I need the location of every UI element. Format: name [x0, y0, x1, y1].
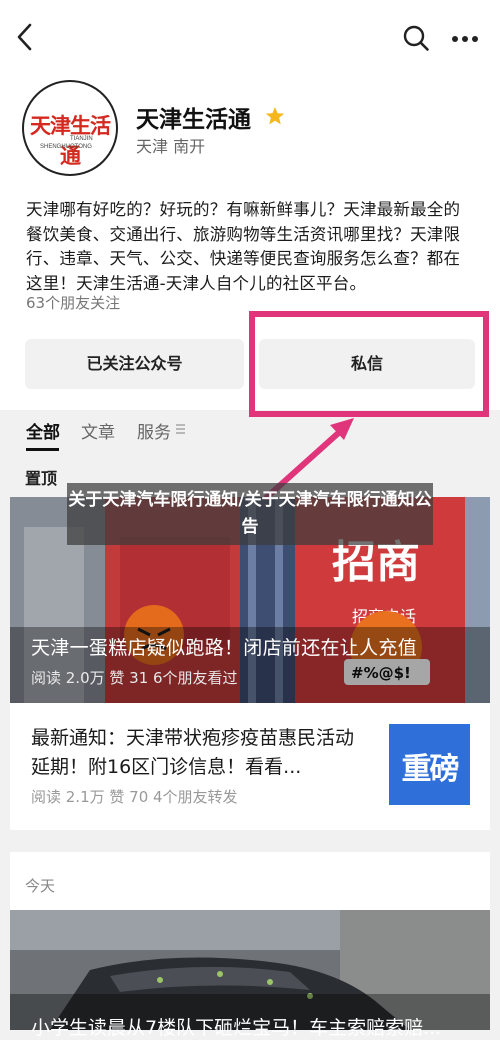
tab-articles[interactable]: 文章 [81, 418, 115, 443]
section-pinned-label: 置顶 [25, 469, 58, 488]
logo-text-en: TIANJIN [70, 136, 93, 142]
more-icon[interactable] [451, 35, 479, 43]
thumbnail-text: 重磅 [401, 752, 460, 787]
article-hero-image[interactable] [10, 910, 490, 1030]
tab-services[interactable]: 服务 [137, 418, 171, 443]
avatar[interactable]: 天津生活通 TIANJIN SHENGHUOTONG [22, 80, 118, 176]
account-description: 天津哪有好吃的？好玩的？有嘛新鲜事儿？天津最新最全的餐饮美食、交通出行、旅游购物… [26, 200, 461, 293]
menu-icon [176, 424, 185, 434]
chevron-left-icon[interactable] [14, 22, 38, 52]
article-meta: 阅读 2.0万 赞 31 6个朋友看过 [31, 669, 238, 687]
overlay-caption: 关于天津汽车限行通知/关于天津汽车限行通知公告 [68, 490, 432, 537]
top-bar [0, 0, 500, 76]
account-location: 天津 南开 [136, 137, 206, 156]
article-title[interactable]: 天津一蛋糕店疑似跑路！闭店前还在让人充值 [31, 633, 417, 660]
logo-text-en: SHENGHUOTONG [40, 144, 92, 150]
article-title[interactable]: 小学生读晨从7楼队下砸烂宝马！车主索赔索赔... [31, 1013, 441, 1040]
article-meta: 阅读 2.1万 赞 70 4个朋友转发 [31, 788, 238, 806]
article-title[interactable]: 最新通知：天津带状疱疹疫苗惠民活动延期！附16区门诊信息！看看... [31, 724, 371, 782]
account-name: 天津生活通 [136, 107, 251, 133]
verified-star-icon [265, 107, 285, 125]
message-button[interactable]: 私信 [259, 339, 475, 389]
follow-button[interactable]: 已关注公众号 [25, 339, 244, 389]
article-thumbnail[interactable]: 重磅 [389, 724, 470, 805]
tab-all[interactable]: 全部 [26, 418, 60, 443]
section-today-label: 今天 [25, 877, 56, 895]
friends-following[interactable]: 63个朋友关注 [26, 292, 120, 313]
search-icon[interactable] [402, 24, 430, 52]
tab-active-indicator [26, 448, 59, 451]
